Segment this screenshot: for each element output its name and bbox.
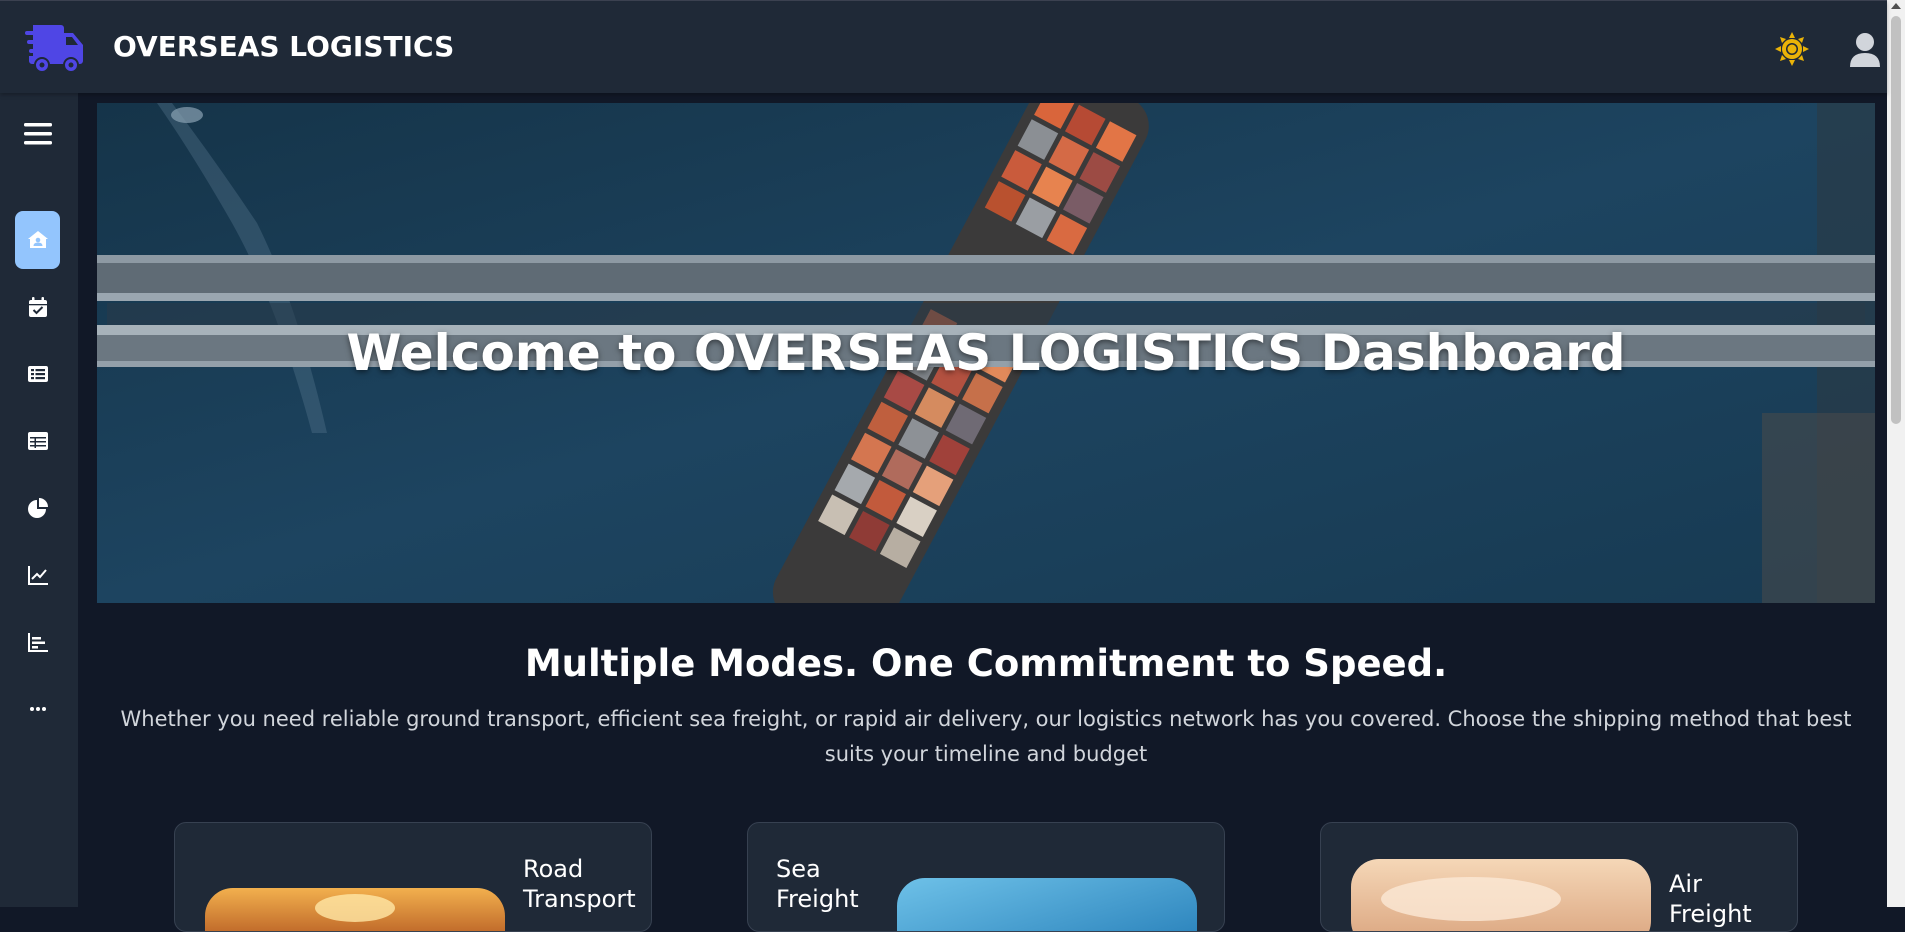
home-icon — [27, 231, 48, 248]
sidebar-nav — [0, 93, 78, 907]
top-app-bar: OVERSEAS LOGISTICS — [0, 0, 1887, 93]
more-icon — [29, 707, 46, 711]
sun-icon[interactable] — [1775, 32, 1809, 66]
page-scrollbar[interactable] — [1887, 0, 1905, 907]
scrollbar-thumb[interactable] — [1891, 16, 1901, 424]
sea-freight-title: Sea Freight — [776, 855, 859, 913]
sidebar-item-calendar[interactable] — [15, 278, 60, 336]
sidebar-item-home[interactable] — [15, 211, 60, 269]
section-description: Whether you need reliable ground transpo… — [120, 707, 1852, 766]
road-transport-image — [205, 888, 505, 931]
sidebar-item-line-chart[interactable] — [15, 546, 60, 604]
calendar-check-icon — [28, 297, 47, 317]
sidebar-item-bar-chart[interactable] — [15, 613, 60, 671]
road-transport-title: Road Transport — [523, 855, 636, 913]
sea-freight-card[interactable]: Sea Freight — [747, 822, 1225, 932]
table-icon — [27, 432, 48, 450]
hero-banner: Welcome to OVERSEAS LOGISTICS Dashboard — [97, 103, 1875, 603]
truck-fast-icon[interactable] — [25, 23, 85, 75]
app-title: OVERSEAS LOGISTICS — [113, 30, 455, 63]
air-freight-title: Air Freight — [1669, 870, 1752, 928]
sidebar-item-more[interactable] — [15, 680, 60, 738]
air-freight-card[interactable]: Air Freight — [1320, 822, 1798, 932]
pie-chart-icon — [27, 498, 48, 518]
road-transport-card[interactable]: Road Transport — [174, 822, 652, 932]
section-title: Multiple Modes. One Commitment to Speed. — [524, 642, 1448, 685]
air-freight-image — [1351, 859, 1651, 931]
line-chart-icon — [27, 566, 48, 585]
sidebar-item-list[interactable] — [15, 345, 60, 403]
hero-title: Welcome to OVERSEAS LOGISTICS Dashboard — [346, 324, 1626, 382]
scroll-up-arrow-icon[interactable] — [1891, 3, 1901, 9]
sidebar-item-table[interactable] — [15, 412, 60, 470]
user-icon[interactable] — [1848, 32, 1882, 68]
sea-freight-image — [897, 878, 1197, 931]
sidebar-item-pie-chart[interactable] — [15, 479, 60, 537]
hamburger-menu-icon[interactable] — [22, 120, 54, 148]
bar-chart-icon — [27, 633, 48, 652]
list-icon — [27, 366, 48, 382]
